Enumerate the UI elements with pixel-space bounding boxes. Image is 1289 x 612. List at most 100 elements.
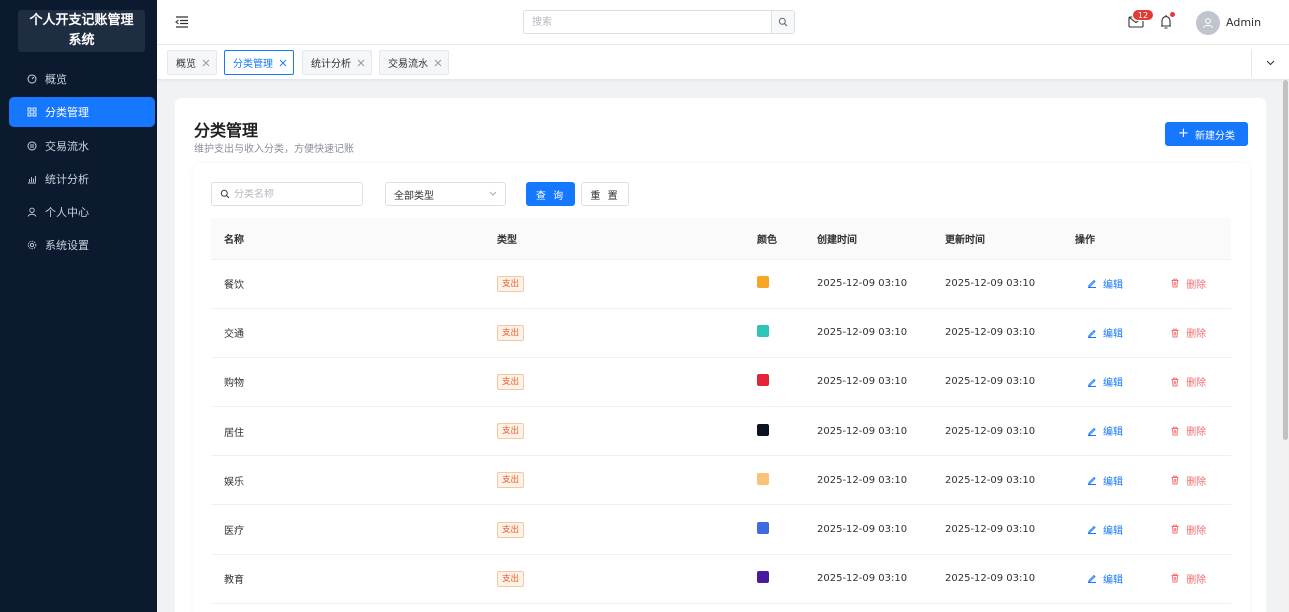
plus-icon: +: [1178, 126, 1189, 141]
edit-icon: [1088, 427, 1096, 436]
edit-button[interactable]: 编辑: [1087, 325, 1123, 340]
table-row: 购物 支出 2025-12-09 03:10 2025-12-09 03:10 …: [211, 357, 1231, 408]
edit-icon: [1088, 329, 1096, 338]
category-name: 医疗: [211, 504, 497, 555]
edit-label: 编辑: [1103, 525, 1123, 537]
close-icon[interactable]: [279, 59, 287, 67]
sidebar-item-label: 系统设置: [45, 239, 89, 253]
expense-tag: 支出: [497, 423, 525, 440]
edit-button[interactable]: 编辑: [1087, 423, 1123, 438]
type-select-value: 全部类型: [394, 190, 434, 202]
edit-button[interactable]: 编辑: [1087, 473, 1123, 488]
delete-button[interactable]: 删除: [1170, 276, 1206, 291]
category-name: 购物: [211, 357, 497, 408]
edit-button[interactable]: 编辑: [1087, 276, 1123, 291]
edit-button[interactable]: 编辑: [1087, 374, 1123, 389]
edit-label: 编辑: [1103, 476, 1123, 488]
column-header-created[interactable]: 创建时间: [817, 218, 945, 260]
search-button[interactable]: [771, 11, 794, 33]
edit-label: 编辑: [1103, 378, 1123, 390]
notification-dot: [1170, 12, 1175, 17]
tab-statistics[interactable]: 统计分析: [302, 50, 372, 75]
delete-button[interactable]: 删除: [1170, 325, 1206, 340]
top-header: 12 Admin: [157, 0, 1289, 45]
delete-button[interactable]: 删除: [1170, 473, 1206, 488]
created-time: 2025-12-09 03:10: [817, 406, 945, 457]
delete-label: 删除: [1186, 525, 1207, 537]
avatar[interactable]: [1196, 11, 1220, 35]
created-time: 2025-12-09 03:10: [817, 357, 945, 408]
category-color-cell: [757, 357, 817, 408]
edit-button[interactable]: 编辑: [1087, 522, 1123, 537]
table-row: 餐饮 支出 2025-12-09 03:10 2025-12-09 03:10 …: [211, 259, 1231, 309]
column-header-type[interactable]: 类型: [497, 218, 757, 260]
category-color-cell: [757, 259, 817, 309]
color-swatch: [757, 423, 769, 436]
category-name: 居住: [211, 406, 497, 457]
sidebar-item-categories[interactable]: 分类管理: [9, 97, 155, 128]
close-icon[interactable]: [434, 59, 442, 67]
delete-label: 删除: [1186, 329, 1207, 341]
table-row: 娱乐 支出 2025-12-09 03:10 2025-12-09 03:10 …: [211, 455, 1231, 506]
created-time: 2025-12-09 03:10: [817, 504, 945, 555]
delete-button[interactable]: 删除: [1170, 374, 1206, 389]
search-input[interactable]: [524, 11, 770, 33]
app-logo[interactable]: 个人开支记账管理 系统: [18, 10, 145, 52]
edit-button[interactable]: 编辑: [1087, 571, 1123, 586]
trash-icon: [1171, 328, 1179, 337]
trash-icon: [1171, 377, 1179, 387]
sidebar-item-settings[interactable]: 系统设置: [9, 230, 155, 260]
list-panel: 全部类型 查 询 重 置 名称 类型 颜色 创建时间 更新时间 操作 餐饮 支出: [194, 163, 1250, 612]
menu-fold-icon[interactable]: [175, 15, 189, 29]
query-button[interactable]: 查 询: [526, 182, 575, 206]
sidebar-nav: 概览 分类管理 交易流水 统计分析 个人中心 系统设置: [9, 64, 155, 264]
delete-button[interactable]: 删除: [1170, 522, 1206, 537]
actions-cell: 编辑 删除: [1075, 554, 1231, 604]
table-row: 教育 支出 2025-12-09 03:10 2025-12-09 03:10 …: [211, 554, 1231, 604]
sidebar-item-label: 分类管理: [45, 106, 89, 120]
expense-tag: 支出: [497, 521, 525, 538]
expense-tag: 支出: [497, 373, 525, 390]
updated-time: 2025-12-09 03:10: [945, 259, 1075, 309]
reset-button[interactable]: 重 置: [581, 182, 629, 206]
category-name: 交通: [211, 308, 497, 358]
sidebar-item-profile[interactable]: 个人中心: [9, 197, 155, 227]
close-icon[interactable]: [357, 59, 365, 67]
color-swatch: [757, 571, 769, 584]
actions-cell: 编辑 删除: [1075, 406, 1231, 457]
username[interactable]: Admin: [1226, 16, 1261, 29]
updated-time: 2025-12-09 03:10: [945, 406, 1075, 457]
page-scrollbar[interactable]: [1282, 80, 1289, 612]
sidebar-item-transactions[interactable]: 交易流水: [9, 131, 155, 161]
app-title-line2: 系统: [68, 33, 95, 48]
delete-button[interactable]: 删除: [1170, 423, 1206, 438]
sidebar: 个人开支记账管理 系统 概览 分类管理 交易流水 统计分析 个人中心 系统设置: [0, 0, 157, 612]
sidebar-item-overview[interactable]: 概览: [9, 64, 155, 94]
edit-label: 编辑: [1103, 329, 1123, 341]
category-name-input[interactable]: [234, 188, 359, 200]
new-category-button[interactable]: + 新建分类: [1165, 122, 1248, 146]
global-search: [523, 10, 795, 34]
tabs-more-button[interactable]: [1251, 49, 1289, 77]
category-type-cell: 支出: [497, 554, 757, 604]
sidebar-item-statistics[interactable]: 统计分析: [9, 164, 155, 194]
column-header-color[interactable]: 颜色: [757, 218, 817, 260]
column-header-name[interactable]: 名称: [211, 218, 497, 260]
delete-label: 删除: [1186, 574, 1207, 586]
scrollbar-thumb[interactable]: [1283, 80, 1288, 440]
created-time: 2025-12-09 03:10: [817, 455, 945, 506]
delete-button[interactable]: 删除: [1170, 571, 1206, 586]
delete-label: 删除: [1186, 427, 1207, 439]
edit-icon: [1088, 526, 1096, 535]
tab-transactions[interactable]: 交易流水: [379, 50, 449, 75]
close-icon[interactable]: [202, 59, 210, 67]
category-color-cell: [757, 308, 817, 358]
category-table: 名称 类型 颜色 创建时间 更新时间 操作 餐饮 支出 2025-12-09 0…: [211, 218, 1231, 604]
type-select[interactable]: 全部类型: [385, 182, 506, 206]
category-type-cell: 支出: [497, 455, 757, 506]
tab-overview[interactable]: 概览: [167, 50, 217, 75]
tab-categories[interactable]: 分类管理: [224, 50, 294, 75]
column-header-updated[interactable]: 更新时间: [945, 218, 1075, 260]
chevron-down-icon: [1266, 60, 1275, 66]
transaction-icon: [27, 141, 37, 151]
